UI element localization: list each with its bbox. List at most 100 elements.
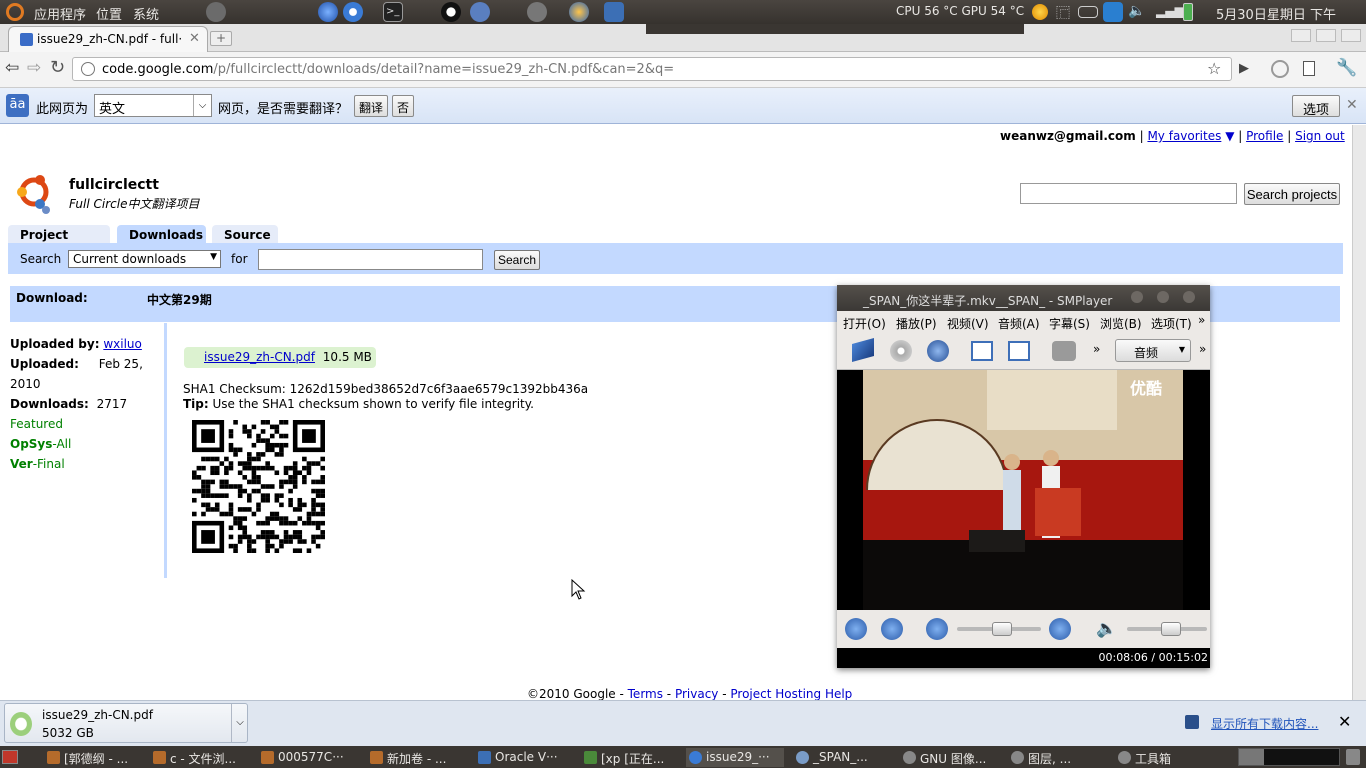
toolbar2-more-icon[interactable]: » bbox=[1199, 342, 1206, 356]
workspace-1[interactable] bbox=[1239, 749, 1264, 765]
page-action-play-icon[interactable]: ▶ bbox=[1239, 61, 1249, 76]
panel-menu-system[interactable]: 系统 bbox=[133, 4, 159, 23]
bluetooth-icon[interactable] bbox=[1103, 2, 1123, 22]
forward-icon[interactable]: ⇨ bbox=[27, 58, 41, 78]
smp-menu-video[interactable]: 视频(V) bbox=[947, 315, 989, 332]
compact-mode-icon[interactable] bbox=[971, 341, 993, 361]
minimize-window-icon[interactable] bbox=[1291, 29, 1311, 42]
audio-track-select[interactable]: 音频 ▼ bbox=[1115, 339, 1191, 362]
weather-icon[interactable] bbox=[1032, 4, 1048, 20]
volume-icon[interactable]: 🔈 bbox=[1128, 3, 1148, 23]
screenshot-icon[interactable] bbox=[1052, 341, 1076, 361]
label-ver[interactable]: Ver-Final bbox=[10, 454, 165, 474]
qq-icon[interactable] bbox=[441, 2, 461, 22]
page-scrollbar[interactable] bbox=[1352, 125, 1366, 700]
gimp-icon[interactable] bbox=[527, 2, 547, 22]
signal-icon[interactable]: ▂▄▆ bbox=[1156, 4, 1184, 24]
video-area[interactable]: 优酷 bbox=[837, 370, 1210, 610]
toolbar-more-icon[interactable]: » bbox=[1093, 342, 1100, 356]
favorites-dropdown-icon[interactable]: ▼ bbox=[1225, 129, 1234, 143]
thunderbird-icon[interactable] bbox=[569, 2, 589, 22]
label-opsys[interactable]: OpSys-All bbox=[10, 434, 165, 454]
tab-project-home[interactable]: Project Home bbox=[8, 225, 110, 256]
search-projects-input[interactable] bbox=[1020, 183, 1237, 204]
chrome-icon[interactable] bbox=[343, 2, 363, 22]
taskbar-item-chrome[interactable]: issue29_··· bbox=[686, 748, 784, 767]
tab-downloads[interactable]: Downloads bbox=[117, 225, 206, 244]
battery-icon[interactable] bbox=[1183, 3, 1193, 21]
open-file-icon[interactable] bbox=[852, 338, 874, 362]
smp-menu-open[interactable]: 打开(O) bbox=[843, 315, 886, 332]
extension-icon[interactable] bbox=[1271, 60, 1289, 78]
help-link[interactable]: Project Hosting Help bbox=[730, 687, 852, 701]
close-download-shelf-icon[interactable]: ✕ bbox=[1338, 712, 1351, 731]
smp-menu-subtitles[interactable]: 字幕(S) bbox=[1049, 315, 1090, 332]
show-desktop-icon[interactable] bbox=[2, 750, 18, 764]
smp-menu-browse[interactable]: 浏览(B) bbox=[1100, 315, 1142, 332]
keyboard-icon[interactable] bbox=[1078, 6, 1098, 18]
volume-slider[interactable] bbox=[1127, 622, 1207, 636]
smplayer-window[interactable]: _SPAN_你这半辈子.mkv__SPAN_ - SMPlayer 打开(O) … bbox=[837, 285, 1210, 668]
download-search-input[interactable] bbox=[258, 249, 483, 270]
new-tab-button[interactable]: + bbox=[210, 31, 232, 46]
taskbar-item-toolbox[interactable]: 工具箱 bbox=[1115, 748, 1213, 767]
no-translate-button[interactable]: 否 bbox=[392, 95, 415, 117]
ubuntu-logo-icon[interactable] bbox=[6, 3, 24, 21]
smp-menu-more-icon[interactable]: » bbox=[1198, 313, 1205, 327]
page-menu-icon[interactable] bbox=[1303, 61, 1315, 76]
smplayer-minimize-icon[interactable] bbox=[1131, 291, 1143, 303]
show-all-downloads-link[interactable]: 显示所有下载内容... bbox=[1211, 715, 1318, 732]
bookmark-star-icon[interactable]: ☆ bbox=[1207, 59, 1221, 78]
seek-slider[interactable] bbox=[957, 622, 1041, 636]
close-window-icon[interactable] bbox=[1341, 29, 1361, 42]
project-name[interactable]: fullcirclectt bbox=[69, 177, 159, 193]
smplayer-titlebar[interactable]: _SPAN_你这半辈子.mkv__SPAN_ - SMPlayer bbox=[837, 285, 1210, 311]
rewind-icon[interactable] bbox=[926, 618, 948, 640]
taskbar-item-guodegang[interactable]: [郭德纲 - ... bbox=[44, 748, 142, 767]
translate-button[interactable]: 翻译 bbox=[354, 95, 389, 117]
panel-menu-applications[interactable]: 应用程序 bbox=[34, 4, 86, 23]
taskbar-item-xp-vm[interactable]: [xp [正在... bbox=[581, 748, 679, 767]
my-favorites-link[interactable]: My favorites bbox=[1147, 129, 1221, 143]
firefox-icon[interactable] bbox=[318, 2, 338, 22]
label-featured[interactable]: Featured bbox=[10, 414, 165, 434]
fullscreen-icon[interactable] bbox=[1008, 341, 1030, 361]
stop-icon[interactable] bbox=[881, 618, 903, 640]
address-bar[interactable]: code.google.com/p/fullcirclectt/download… bbox=[72, 57, 1232, 81]
input-method-icon[interactable]: ⿸ bbox=[1056, 3, 1076, 23]
reload-icon[interactable]: ↻ bbox=[50, 57, 65, 78]
smp-menu-play[interactable]: 播放(P) bbox=[896, 315, 937, 332]
terminal-icon[interactable]: >_ bbox=[383, 2, 403, 22]
sign-out-link[interactable]: Sign out bbox=[1295, 129, 1345, 143]
taskbar-item-gimp-layers[interactable]: 图层, ... bbox=[1008, 748, 1106, 767]
download-item[interactable]: issue29_zh-CN.pdf 5032 GB ⌵ bbox=[4, 703, 248, 743]
project-logo[interactable] bbox=[12, 168, 58, 216]
seek-slider-handle[interactable] bbox=[992, 622, 1013, 636]
open-url-icon[interactable] bbox=[927, 340, 949, 362]
smp-menu-audio[interactable]: 音频(A) bbox=[998, 315, 1040, 332]
smplayer-close-icon[interactable] bbox=[1183, 291, 1195, 303]
download-search-button[interactable]: Search bbox=[494, 250, 540, 270]
trash-icon[interactable] bbox=[1346, 749, 1360, 765]
close-infobar-icon[interactable]: ✕ bbox=[1346, 97, 1358, 113]
language-select[interactable]: 英文 ⌵ bbox=[94, 94, 212, 117]
open-dvd-icon[interactable] bbox=[890, 340, 912, 362]
profile-link[interactable]: Profile bbox=[1246, 129, 1283, 143]
back-icon[interactable]: ⇦ bbox=[5, 58, 19, 78]
mute-icon[interactable]: 🔈 bbox=[1096, 619, 1117, 639]
browser-tab[interactable]: issue29_zh-CN.pdf - full··· ✕ bbox=[8, 26, 208, 52]
translate-options-button[interactable]: 选项 ⌵ bbox=[1292, 95, 1340, 133]
workspace-switcher[interactable] bbox=[1238, 748, 1340, 766]
file-download-link[interactable]: issue29_zh-CN.pdf bbox=[204, 350, 315, 364]
tab-source[interactable]: Source bbox=[212, 225, 278, 244]
smplayer-maximize-icon[interactable] bbox=[1157, 291, 1169, 303]
network-icon[interactable] bbox=[206, 2, 226, 22]
uploader-link[interactable]: wxiluo bbox=[103, 337, 142, 351]
panel-menu-places[interactable]: 位置 bbox=[96, 4, 122, 23]
taskbar-item-smplayer[interactable]: _SPAN_... bbox=[793, 748, 891, 767]
wrench-icon[interactable]: 🔧 bbox=[1336, 58, 1357, 78]
search-projects-button[interactable]: Search projects bbox=[1244, 183, 1340, 205]
play-pause-icon[interactable] bbox=[845, 618, 867, 640]
pidgin-icon[interactable] bbox=[470, 2, 490, 22]
taskbar-item-gimp-image[interactable]: GNU 图像... bbox=[900, 748, 998, 767]
